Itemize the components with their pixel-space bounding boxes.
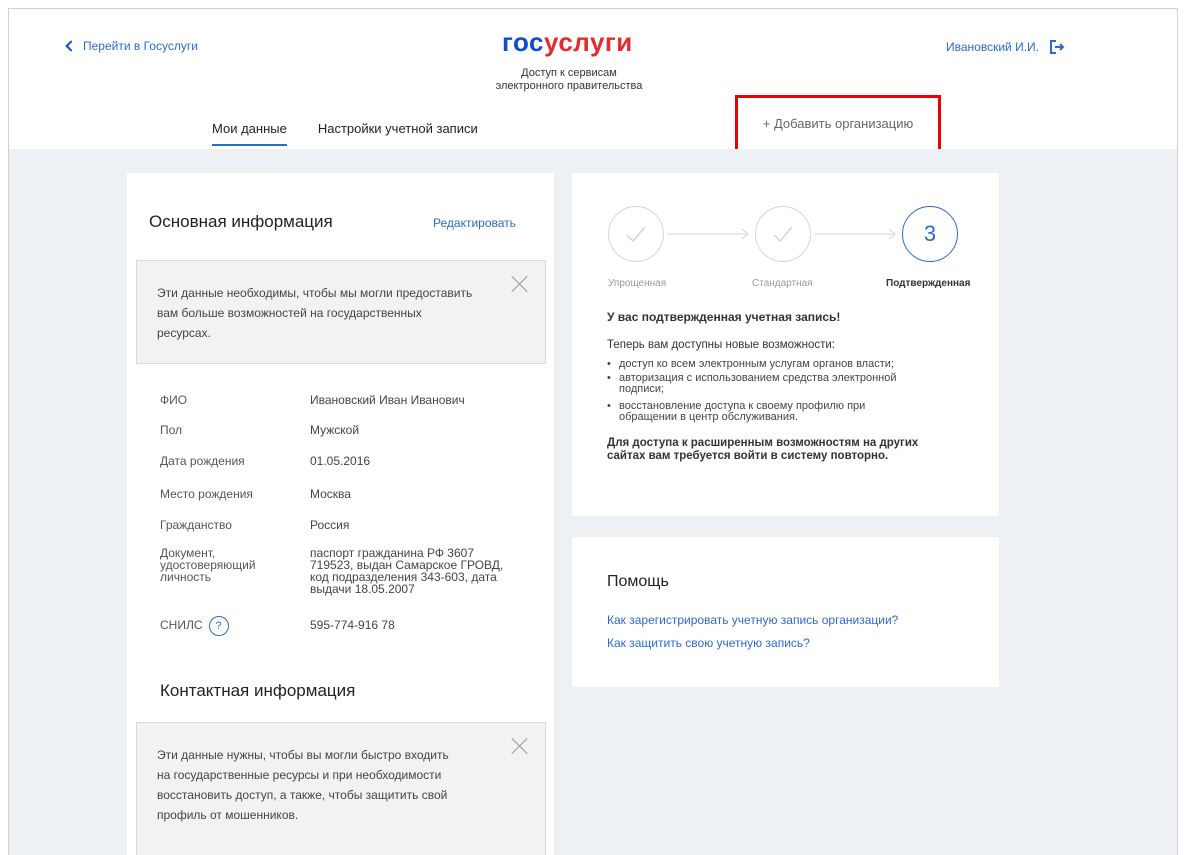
close-icon[interactable]: [511, 275, 529, 293]
snils-label: СНИЛС: [160, 618, 203, 632]
note-line1: Для доступа к расширенным возможностям н…: [607, 437, 919, 449]
back-link-label: Перейти в Госуслуги: [83, 39, 198, 53]
field-label: Дата рождения: [160, 454, 245, 468]
profile-tabs: Мои данные Настройки учетной записи: [212, 121, 478, 146]
help-link-protect-account[interactable]: Как защитить свою учетную запись?: [607, 636, 810, 650]
gosuslugi-logo[interactable]: госуслуги: [502, 27, 633, 58]
field-label: СНИЛС?: [160, 615, 280, 636]
browser-frame: Перейти в Госуслуги госуслуги Доступ к с…: [8, 8, 1178, 855]
step-simplified-circle: [608, 206, 664, 262]
field-value: Россия: [310, 518, 350, 532]
notice-line1: Эти данные нужны, чтобы вы могли быстро …: [157, 748, 449, 762]
field-value: паспорт гражданина РФ 3607 719523, выдан…: [310, 547, 540, 595]
help-link-register-org[interactable]: Как зарегистрировать учетную запись орга…: [607, 613, 898, 627]
main-info-title: Основная информация: [149, 212, 333, 231]
step-arrow-icon: [667, 228, 749, 240]
page-content: Основная информация Редактировать Эти да…: [9, 149, 1177, 855]
field-label: Место рождения: [160, 487, 253, 501]
edit-button[interactable]: Редактировать: [433, 216, 516, 230]
subtitle-line2: электронного правительства: [495, 80, 643, 92]
notice-line3: восстановить доступ, а также, чтобы защи…: [157, 788, 448, 802]
notice-line1: Эти данные необходимы, чтобы мы могли пр…: [157, 286, 473, 300]
benefit-bullet-1: доступ ко всем электронным услугам орган…: [607, 359, 894, 371]
user-menu[interactable]: Ивановский И.И.: [946, 40, 1065, 54]
page-header: Перейти в Госуслуги госуслуги Доступ к с…: [9, 9, 1177, 152]
step-label-simplified: Упрощенная: [608, 278, 667, 289]
field-row-document: Документ, удостоверяющий личность паспор…: [160, 547, 540, 607]
benefit-bullet-2: авторизация с использованием средства эл…: [607, 373, 897, 395]
logout-icon[interactable]: [1049, 40, 1065, 54]
field-label: Пол: [160, 423, 183, 437]
document-value-line4: выдачи 18.05.2007: [310, 582, 415, 596]
account-status-card: 3 Упрощенная Стандартная Подтвержденная …: [572, 173, 999, 516]
field-label: Гражданство: [160, 518, 232, 532]
contact-info-title: Контактная информация: [160, 681, 356, 700]
logo-part2: услуги: [544, 27, 633, 57]
main-info-card: Основная информация Редактировать Эти да…: [127, 173, 554, 855]
status-heading: У вас подтвержденная учетная запись!: [607, 310, 841, 324]
chevron-left-icon: [65, 40, 77, 52]
step-standard-circle: [755, 206, 811, 262]
note-line2: сайтах вам требуется войти в систему пов…: [607, 450, 889, 462]
step-label-confirmed: Подтвержденная: [886, 278, 971, 289]
notice-line3: ресурсах.: [157, 326, 211, 340]
step-confirmed-circle: 3: [902, 206, 958, 262]
tab-my-data[interactable]: Мои данные: [212, 121, 287, 146]
field-value: Ивановский Иван Иванович: [310, 393, 465, 407]
step-label-standard: Стандартная: [752, 278, 813, 289]
back-to-gosuslugi-link[interactable]: Перейти в Госуслуги: [65, 39, 198, 53]
bullet2-line2: подписи;: [619, 383, 665, 395]
notice-line2: вам больше возможностей на государственн…: [157, 306, 422, 320]
user-name[interactable]: Ивановский И.И.: [946, 40, 1039, 54]
help-title: Помощь: [607, 573, 669, 590]
notice-line4: профиль от мошенников.: [157, 808, 299, 822]
tab-account-settings[interactable]: Настройки учетной записи: [318, 121, 478, 146]
relogin-note: Для доступа к расширенным возможностям н…: [607, 437, 918, 463]
document-label-line3: личность: [160, 570, 212, 584]
header-subtitle: Доступ к сервисам электронного правитель…: [469, 67, 669, 93]
contact-info-notice: Эти данные нужны, чтобы вы могли быстро …: [136, 722, 546, 855]
field-value: Мужской: [310, 423, 360, 437]
step-arrow-icon: [814, 228, 896, 240]
close-icon[interactable]: [511, 737, 529, 755]
status-intro: Теперь вам доступны новые возможности:: [607, 339, 835, 351]
checkmark-icon: [773, 226, 793, 243]
field-label: ФИО: [160, 393, 188, 407]
notice-line2: на государственные ресурсы и при необход…: [157, 768, 442, 782]
field-value: Москва: [310, 487, 351, 501]
bullet3-line2: обращении в центр обслуживания.: [619, 411, 799, 423]
main-info-notice: Эти данные необходимы, чтобы мы могли пр…: [136, 260, 546, 364]
logo-part1: гос: [502, 27, 544, 57]
benefit-bullet-3: восстановление доступа к своему профилю …: [607, 401, 865, 423]
add-organization-button[interactable]: + Добавить организацию: [735, 95, 941, 152]
subtitle-line1: Доступ к сервисам: [521, 67, 617, 79]
field-value: 595-774-916 78: [310, 618, 395, 632]
help-icon[interactable]: ?: [208, 615, 229, 636]
help-card: Помощь Как зарегистрировать учетную запи…: [572, 537, 999, 687]
checkmark-icon: [626, 226, 646, 243]
field-label: Документ, удостоверяющий личность: [160, 547, 280, 583]
field-value: 01.05.2016: [310, 454, 371, 468]
